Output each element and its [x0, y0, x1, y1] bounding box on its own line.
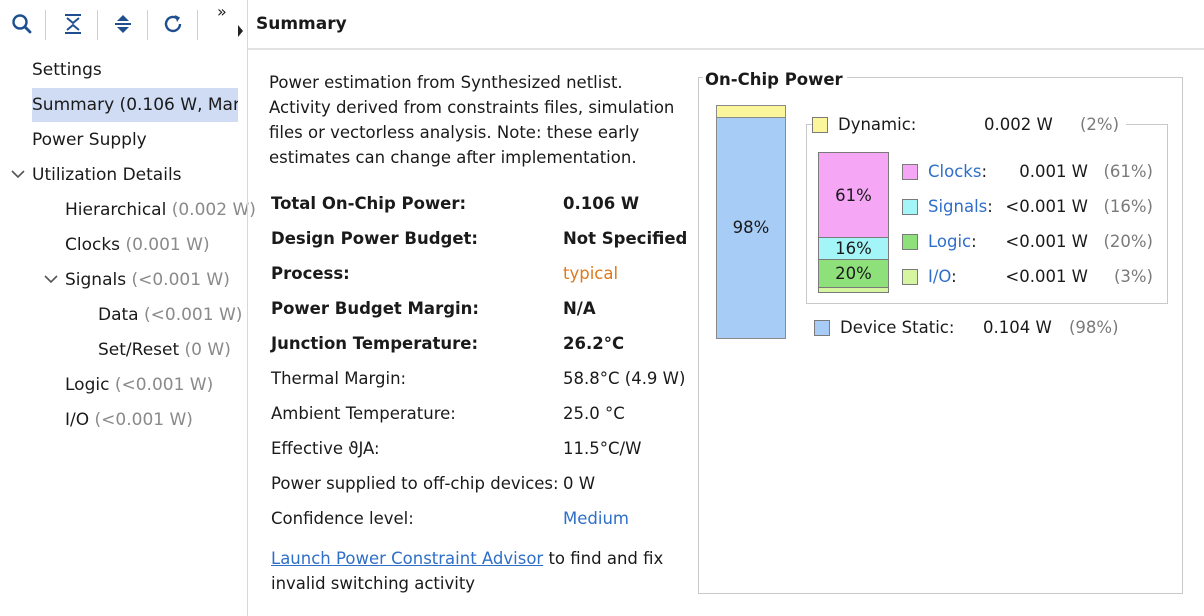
breakdown-bar-label: 20% [835, 264, 872, 283]
property-value: 26.2°C [563, 334, 625, 353]
chevron-down-icon[interactable] [10, 166, 26, 182]
breakdown-value: <0.001 W [1005, 267, 1088, 286]
property-label: Ambient Temperature: [271, 404, 456, 423]
collapse-all-button[interactable] [59, 10, 87, 38]
breakdown-bar-segment: 16% [819, 238, 888, 260]
tree-item-clocks[interactable]: Clocks (0.001 W) [65, 228, 210, 262]
device-static-legend: Device Static: 0.104 W (98%) [814, 315, 1124, 341]
breakdown-item: I/O: <0.001 W (3%) [902, 264, 1157, 290]
tree-item-io[interactable]: I/O (<0.001 W) [65, 403, 193, 437]
summary-header: Summary [248, 0, 1204, 50]
divider-handle-icon [238, 25, 243, 37]
launch-power-constraint-advisor-link[interactable]: Launch Power Constraint Advisor [271, 549, 543, 568]
total-power-bar: 98% [716, 105, 786, 339]
breakdown-bar-segment: 20% [819, 260, 888, 288]
property-value: 25.0 °C [563, 404, 625, 423]
expand-all-button[interactable] [109, 10, 137, 38]
toolbar-separator [45, 10, 46, 40]
breakdown-colon: : [981, 162, 987, 181]
property-value: 11.5°C/W [563, 439, 642, 458]
property-label: Design Power Budget: [271, 229, 479, 248]
property-label: Thermal Margin: [271, 369, 407, 388]
tree-item-summary[interactable]: Summary (0.106 W, Margi [32, 88, 238, 122]
breakdown-percent: (20%) [1103, 232, 1153, 251]
breakdown-colon: : [987, 197, 993, 216]
property-label: Total On-Chip Power: [271, 194, 467, 213]
page-title: Summary [256, 14, 347, 34]
dynamic-legend: Dynamic: 0.002 W (2%) [812, 112, 1126, 138]
summary-description: Power estimation from Synthesized netlis… [269, 73, 675, 167]
breakdown-bar-label: 61% [835, 186, 872, 205]
breakdown-link[interactable]: I/O [928, 267, 951, 286]
refresh-icon [164, 15, 182, 33]
property-value: N/A [563, 299, 596, 318]
search-icon [12, 14, 32, 34]
property-label: Power Budget Margin: [271, 299, 480, 318]
property-value: 58.8°C (4.9 W) [563, 369, 686, 388]
breakdown-bar-segment [819, 288, 888, 292]
tree-item-hierarchical[interactable]: Hierarchical (0.002 W) [65, 193, 256, 227]
breakdown-percent: (3%) [1113, 267, 1153, 286]
breakdown-percent: (61%) [1103, 162, 1153, 181]
tree-toolbar: » [0, 0, 247, 50]
breakdown-value: 0.001 W [1019, 162, 1088, 181]
breakdown-colon: : [951, 267, 957, 286]
process-value-link[interactable]: typical [563, 256, 618, 291]
breakdown-link[interactable]: Signals [928, 197, 987, 216]
more-icon[interactable]: » [217, 2, 227, 21]
tree-item-data[interactable]: Data (<0.001 W) [98, 298, 242, 332]
dynamic-breakdown-bar: 61% 16% 20% [818, 152, 889, 293]
breakdown-link[interactable]: Logic [928, 232, 971, 251]
confidence-level-link[interactable]: Medium [563, 501, 629, 536]
property-value: 0 W [563, 474, 596, 493]
static-bar-label: 98% [732, 218, 770, 237]
on-chip-power-title: On-Chip Power [703, 70, 847, 89]
tree-item-settings[interactable]: Settings [32, 53, 102, 87]
property-value: Not Specified [563, 229, 688, 248]
breakdown-swatch [902, 164, 918, 180]
breakdown-swatch [902, 269, 918, 285]
toolbar-separator [97, 10, 98, 40]
breakdown-bar-segment: 61% [819, 153, 888, 238]
breakdown-value: <0.001 W [1005, 197, 1088, 216]
breakdown-value: <0.001 W [1005, 232, 1088, 251]
tree-item-logic[interactable]: Logic (<0.001 W) [65, 368, 213, 402]
property-label: Power supplied to off-chip devices: [271, 474, 559, 493]
breakdown-percent: (16%) [1103, 197, 1153, 216]
breakdown-swatch [902, 199, 918, 215]
refresh-button[interactable] [159, 10, 187, 38]
dynamic-swatch [812, 117, 828, 133]
breakdown-item: Signals: <0.001 W (16%) [902, 194, 1157, 220]
navigation-panel: » Settings Summary (0.106 W, Margi Power… [0, 0, 256, 616]
tree-item-power-supply[interactable]: Power Supply [32, 123, 147, 157]
breakdown-link[interactable]: Clocks [928, 162, 981, 181]
tree-item-signals[interactable]: Signals (<0.001 W) [65, 263, 230, 297]
collapse-all-icon [65, 14, 81, 34]
property-label: Confidence level: [271, 509, 414, 528]
breakdown-item: Logic: <0.001 W (20%) [902, 229, 1157, 255]
toolbar-separator [197, 10, 198, 40]
chevron-down-icon[interactable] [43, 271, 59, 287]
breakdown-item: Clocks: 0.001 W (61%) [902, 159, 1157, 185]
property-value: 0.106 W [563, 194, 640, 213]
toolbar-separator [147, 10, 148, 40]
property-label: Effective ϑJA: [271, 439, 380, 458]
expand-all-icon [115, 15, 131, 33]
static-swatch [814, 320, 830, 336]
advisor-note: Launch Power Constraint Advisor to find … [271, 549, 664, 593]
property-label: Process: [271, 264, 350, 283]
breakdown-bar-label: 16% [835, 239, 872, 258]
breakdown-swatch [902, 234, 918, 250]
tree-item-set-reset[interactable]: Set/Reset (0 W) [98, 333, 231, 367]
property-label: Junction Temperature: [271, 334, 479, 353]
tree-item-utilization-details[interactable]: Utilization Details [32, 158, 182, 192]
search-button[interactable] [8, 10, 36, 38]
breakdown-colon: : [971, 232, 977, 251]
dynamic-bar-segment [717, 106, 785, 118]
panel-divider[interactable] [247, 0, 248, 616]
